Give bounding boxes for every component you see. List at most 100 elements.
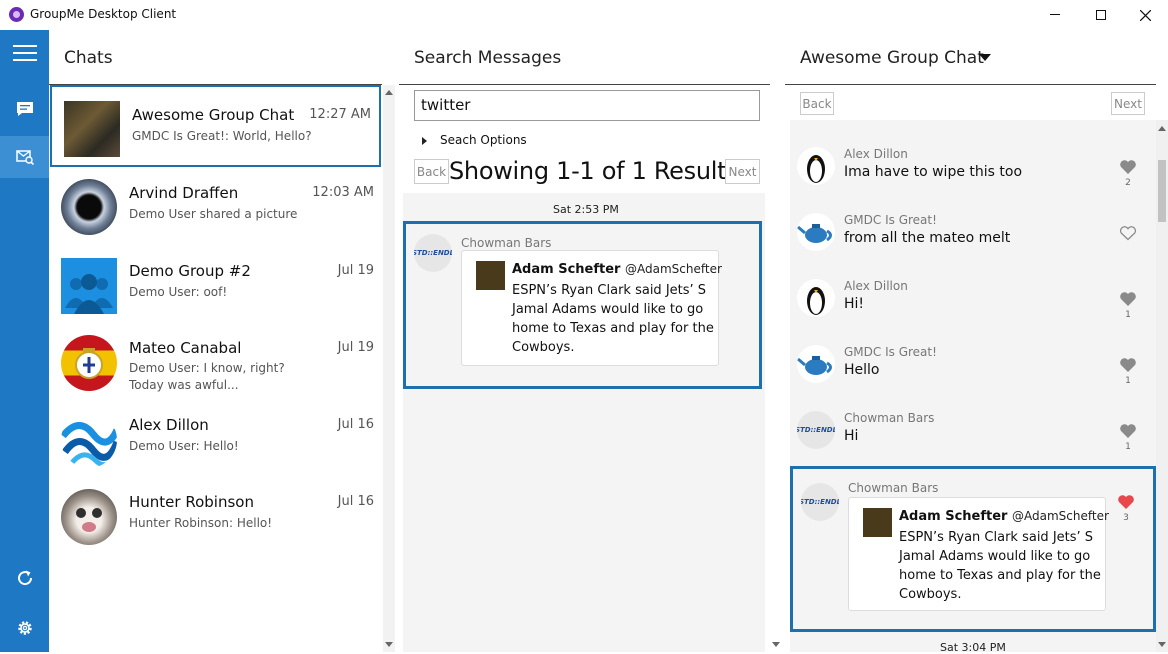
tweet-line: home to Texas and play for the [899, 568, 1101, 583]
chat-name: Awesome Group Chat [132, 106, 295, 124]
tweet-card[interactable]: Adam Schefter @AdamSchefter ESPN’s Ryan … [848, 497, 1109, 611]
contact-avatar [61, 412, 117, 468]
chevron-down-icon[interactable] [979, 54, 991, 61]
heart-icon[interactable] [1119, 423, 1137, 439]
group-avatar [64, 101, 120, 157]
teapot-avatar [797, 213, 835, 251]
conversation-back-button[interactable]: Back [800, 92, 834, 115]
teapot-icon [797, 356, 832, 375]
minimize-button[interactable] [1032, 0, 1078, 30]
message-item[interactable]: Alex Dillon Hi! 1 [790, 272, 1156, 332]
chats-panel-title: Chats [64, 48, 113, 68]
message-item[interactable]: GMDC Is Great! from all the mateo melt [790, 206, 1156, 266]
chat-item-demo-group-2[interactable]: Demo Group #2 Jul 19 Demo User: oof! [49, 244, 382, 321]
tweet-author: Adam Schefter @AdamSchefter [512, 262, 722, 277]
chat-item-mateo-canabal[interactable]: Mateo Canabal Jul 19 Demo User: I know, … [49, 321, 382, 398]
scroll-thumb[interactable] [1158, 160, 1166, 222]
message-text: Hi [844, 428, 859, 444]
penguin-avatar [797, 147, 835, 185]
chat-time: 12:03 AM [312, 185, 374, 200]
tweet-line: ESPN’s Ryan Clark said Jets’ S [512, 283, 707, 298]
chat-preview: Demo User shared a picture [129, 207, 298, 221]
tweet-line: Jamal Adams would like to go [512, 302, 704, 317]
maximize-button[interactable] [1078, 0, 1124, 30]
heart-icon[interactable] [1119, 159, 1137, 175]
chat-item-hunter-robinson[interactable]: Hunter Robinson Jul 16 Hunter Robinson: … [49, 475, 382, 552]
day-separator: Sat 2:53 PM [553, 203, 619, 216]
chat-item-arvind-draffen[interactable]: Arvind Draffen 12:03 AM Demo User shared… [49, 167, 382, 244]
chat-preview-line-2: Today was awful... [129, 378, 239, 392]
scroll-up-icon[interactable] [385, 90, 393, 95]
search-result-message[interactable]: STD::ENDL Chowman Bars Adam Schefter @Ad… [403, 221, 762, 389]
settings-button[interactable] [0, 607, 49, 649]
people-icon [65, 274, 113, 314]
message-item[interactable]: GMDC Is Great! Hello 1 [790, 338, 1156, 398]
tweet-author-name: Adam Schefter [899, 509, 1008, 524]
message-text: Hello [844, 362, 880, 378]
window-title: GroupMe Desktop Client [30, 7, 177, 21]
refresh-button[interactable] [0, 557, 49, 599]
wave-logo-icon [61, 422, 117, 468]
message-item[interactable]: Alex Dillon Ima have to wipe this too 2 [790, 140, 1156, 200]
message-sender: Alex Dillon [844, 279, 908, 293]
heart-icon[interactable] [1119, 357, 1137, 373]
cat-photo-icon [76, 508, 102, 532]
scroll-up-icon[interactable] [1158, 126, 1166, 131]
heart-outline-icon[interactable] [1119, 225, 1137, 241]
search-divider [399, 84, 770, 85]
tweet-card[interactable]: Adam Schefter @AdamSchefter ESPN’s Ryan … [461, 250, 722, 366]
results-count: Showing 1-1 of 1 Results [449, 157, 739, 185]
message-item[interactable]: STD::ENDL Chowman Bars Hi 1 [790, 404, 1156, 464]
scroll-down-icon[interactable] [385, 642, 393, 647]
hamburger-menu-button[interactable] [0, 32, 49, 74]
expand-caret-icon[interactable] [422, 137, 427, 145]
penguin-icon [807, 155, 825, 183]
heart-icon[interactable] [1119, 291, 1137, 307]
refresh-icon [17, 570, 32, 586]
search-messages-nav-button[interactable] [0, 136, 49, 178]
chat-preview: Demo User: Hello! [129, 439, 239, 453]
search-next-button[interactable]: Next [725, 159, 760, 184]
chat-preview: Hunter Robinson: Hello! [129, 516, 273, 530]
chat-list: Awesome Group Chat 12:27 AM GMDC Is Grea… [49, 85, 382, 652]
tweet-text: ESPN’s Ryan Clark said Jets’ S Jamal Ada… [899, 528, 1101, 604]
chat-time: 12:27 AM [309, 107, 371, 122]
search-options-toggle[interactable]: Seach Options [440, 133, 527, 147]
tweet-handle: @AdamSchefter [624, 262, 722, 276]
chat-name: Demo Group #2 [129, 262, 251, 280]
tweet-line: Jamal Adams would like to go [899, 549, 1091, 564]
search-panel-title: Search Messages [414, 48, 562, 68]
tweet-line: Cowboys. [899, 587, 962, 602]
scroll-down-icon[interactable] [772, 642, 780, 647]
like-count: 2 [1125, 178, 1131, 188]
chat-name: Hunter Robinson [129, 493, 254, 511]
message-sender: Chowman Bars [461, 236, 552, 250]
conversation-title[interactable]: Awesome Group Chat [800, 48, 984, 68]
conversation-scrollbar[interactable] [1156, 120, 1168, 652]
day-separator: Sat 3:04 PM [940, 641, 1006, 654]
chats-nav-button[interactable] [0, 88, 49, 130]
chat-preview-line-1: Demo User: I know, right? [129, 361, 285, 375]
search-input[interactable]: twitter [414, 90, 760, 121]
tweet-line: Cowboys. [512, 340, 575, 355]
chat-item-awesome-group-chat[interactable]: Awesome Group Chat 12:27 AM GMDC Is Grea… [50, 85, 381, 167]
close-button[interactable] [1122, 0, 1168, 30]
teapot-icon [797, 224, 832, 243]
search-scrollbar[interactable] [770, 193, 782, 652]
highlighted-message[interactable]: STD::ENDL Chowman Bars Adam Schefter @Ad… [790, 466, 1156, 632]
message-text: Ima have to wipe this too [844, 164, 1023, 180]
tweet-line: ESPN’s Ryan Clark said Jets’ S [899, 530, 1094, 545]
chat-item-alex-dillon[interactable]: Alex Dillon Jul 16 Demo User: Hello! [49, 398, 382, 475]
scroll-down-icon[interactable] [1158, 642, 1166, 647]
chats-scrollbar[interactable] [383, 85, 395, 652]
sender-avatar: STD::ENDL [414, 234, 452, 272]
sender-avatar: STD::ENDL [801, 483, 839, 521]
message-sender: GMDC Is Great! [844, 213, 937, 227]
heart-liked-icon[interactable] [1117, 494, 1135, 510]
like-count: 1 [1125, 442, 1131, 452]
like-count: 1 [1125, 310, 1131, 320]
club-crest-icon [75, 348, 103, 379]
search-back-button[interactable]: Back [414, 159, 449, 184]
conversation-next-button[interactable]: Next [1111, 92, 1145, 115]
message-sender: Chowman Bars [844, 411, 935, 425]
